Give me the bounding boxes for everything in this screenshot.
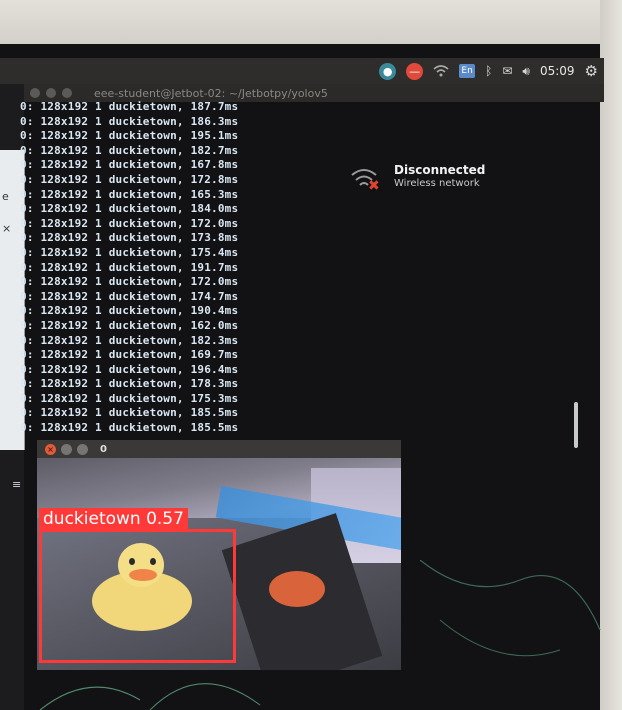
gear-icon[interactable]: ⚙ xyxy=(585,62,598,80)
notification-title: Disconnected xyxy=(394,163,486,177)
cuda-icon[interactable]: ● xyxy=(379,62,397,80)
close-button[interactable] xyxy=(30,88,40,98)
terminal-line: 0: 128x192 1 duckietown, 185.5ms xyxy=(20,406,239,420)
keyboard-layout-indicator[interactable]: En xyxy=(459,64,476,78)
terminal-line: 0: 128x192 1 duckietown, 190.4ms xyxy=(20,304,239,318)
terminal-line: 0: 128x192 1 duckietown, 175.3ms xyxy=(20,391,239,405)
terminal-line: 0: 128x192 1 duckietown, 196.4ms xyxy=(20,362,239,376)
terminal-line: 0: 128x192 1 duckietown, 172.0ms xyxy=(20,275,239,289)
terminal-line: 0: 128x192 1 duckietown, 162.0ms xyxy=(20,318,239,332)
terminal-line: 0: 128x192 1 duckietown, 185.5ms xyxy=(20,421,239,435)
terminal-output[interactable]: 0: 128x192 1 duckietown, 187.7ms 0: 128x1… xyxy=(20,100,580,440)
video-window-title: 0 xyxy=(100,443,107,455)
background-window-text: e xyxy=(2,190,9,203)
terminal-scrollbar[interactable] xyxy=(574,402,578,448)
detection-label: duckietown 0.57 xyxy=(39,508,188,530)
terminal-line: 0: 128x192 1 duckietown, 167.8ms xyxy=(20,158,239,172)
terminal-line: 0: 128x192 1 duckietown, 195.1ms xyxy=(20,129,239,143)
cable-reflections xyxy=(39,560,601,710)
do-not-enter-icon[interactable]: — xyxy=(406,62,424,80)
terminal-line: 0: 128x192 1 duckietown, 175.4ms xyxy=(20,245,239,259)
terminal-line: 0: 128x192 1 duckietown, 182.7ms xyxy=(20,143,239,157)
close-button[interactable]: × xyxy=(45,443,56,455)
terminal-line: 0: 128x192 1 duckietown, 172.8ms xyxy=(20,172,239,186)
terminal-line: 0: 128x192 1 duckietown, 186.3ms xyxy=(20,114,239,128)
terminal-line: 0: 128x192 1 duckietown, 174.7ms xyxy=(20,289,239,303)
menu-icon[interactable]: ≡ xyxy=(12,478,21,491)
terminal-line: 0: 128x192 1 duckietown, 191.7ms xyxy=(20,260,239,274)
video-window-titlebar[interactable]: × 0 xyxy=(37,440,401,458)
terminal-line: 0: 128x192 1 duckietown, 187.7ms xyxy=(20,100,239,113)
minimize-button[interactable] xyxy=(46,88,56,98)
volume-icon[interactable]: 🔊︎ xyxy=(522,64,530,79)
maximize-button[interactable] xyxy=(77,443,88,455)
top-panel: ● — En ᛒ ✉ 🔊︎ 05:09 ⚙ xyxy=(0,58,604,84)
terminal-line: 0: 128x192 1 duckietown, 184.0ms xyxy=(20,202,239,216)
error-icon: ✖ xyxy=(368,178,380,194)
maximize-button[interactable] xyxy=(62,88,72,98)
close-icon[interactable]: × xyxy=(2,222,11,235)
terminal-line: 0: 128x192 1 duckietown, 172.0ms xyxy=(20,216,239,230)
mail-icon[interactable]: ✉ xyxy=(502,64,512,78)
clock[interactable]: 05:09 xyxy=(540,64,575,78)
terminal-line: 0: 128x192 1 duckietown, 182.3ms xyxy=(20,333,239,347)
network-notification[interactable]: ✖ Disconnected Wireless network xyxy=(350,158,490,206)
notification-body: Wireless network xyxy=(394,178,480,189)
terminal-line: 0: 128x192 1 duckietown, 165.3ms xyxy=(20,187,239,201)
wifi-icon[interactable] xyxy=(433,65,449,77)
terminal-line: 0: 128x192 1 duckietown, 173.8ms xyxy=(20,231,239,245)
terminal-title: eee-student@Jetbot-02: ~/Jetbotpy/yolov5 xyxy=(94,86,328,100)
terminal-line: 0: 128x192 1 duckietown, 169.7ms xyxy=(20,348,239,362)
bluetooth-icon[interactable]: ᛒ xyxy=(485,64,492,78)
minimize-button[interactable] xyxy=(61,443,72,455)
terminal-line: 0: 128x192 1 duckietown, 178.3ms xyxy=(20,377,239,391)
